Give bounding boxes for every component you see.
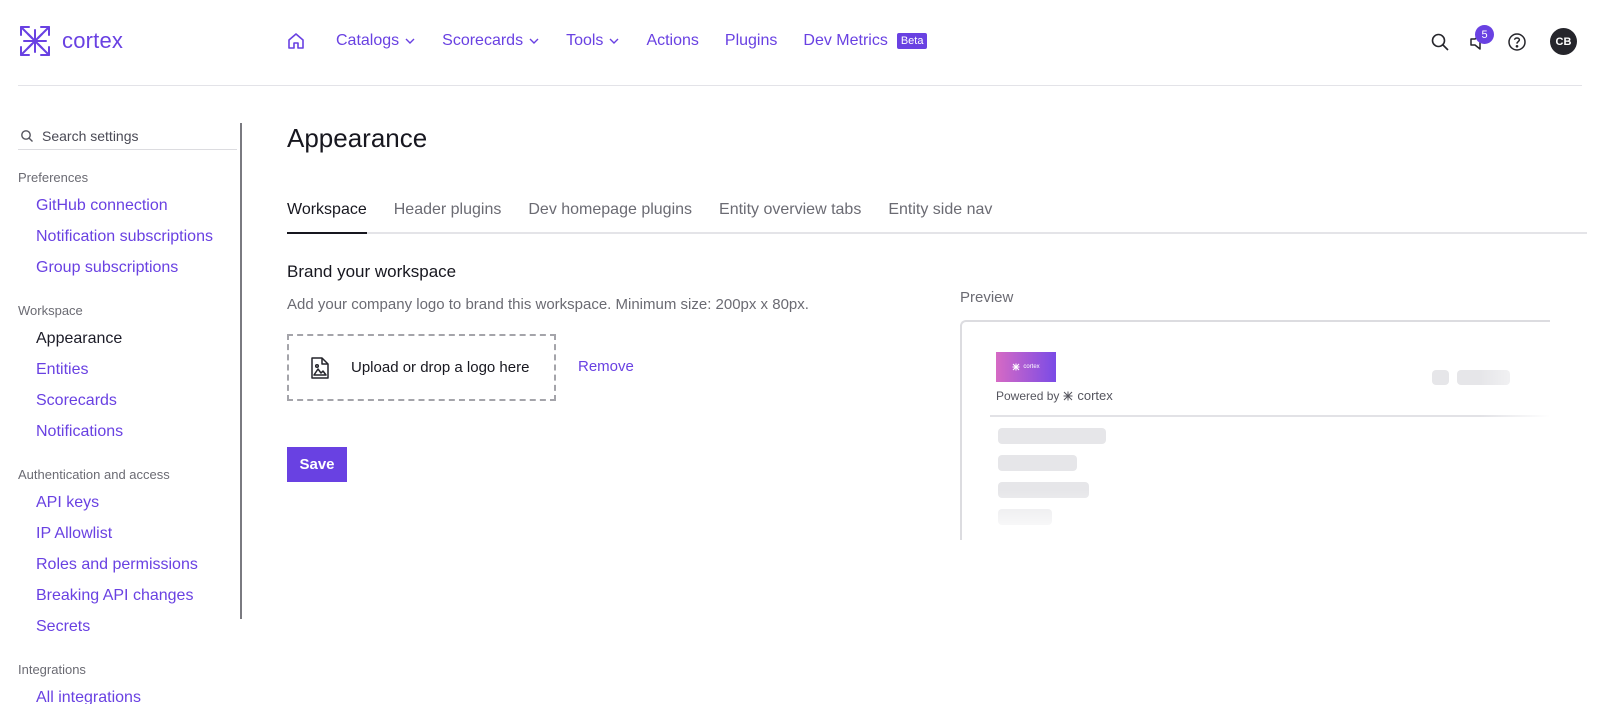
sidebar-item-secrets[interactable]: Secrets — [18, 611, 242, 642]
settings-search-input[interactable] — [42, 127, 222, 144]
sidebar-item-api-keys[interactable]: API keys — [18, 487, 242, 518]
sidebar-item-notification-subscriptions[interactable]: Notification subscriptions — [18, 221, 242, 252]
cortex-logo-icon — [20, 26, 50, 56]
settings-search — [18, 122, 237, 150]
sidebar-item-entities[interactable]: Entities — [18, 354, 242, 385]
sidebar-item-roles-and-permissions[interactable]: Roles and permissions — [18, 549, 242, 580]
sidebar-section-authentication: Authentication and access — [18, 467, 170, 482]
brand-name: cortex — [62, 28, 124, 53]
nav-plugins[interactable]: Plugins — [725, 32, 777, 50]
top-navigation: cortex Catalogs Scorecards Tools Actions… — [0, 0, 1600, 86]
nav-dev-metrics-label: Dev Metrics — [803, 32, 888, 49]
page-title: Appearance — [287, 123, 428, 153]
home-icon — [288, 33, 304, 49]
save-button[interactable]: Save — [287, 447, 347, 482]
search-icon — [21, 129, 33, 142]
beta-badge: Beta — [896, 33, 928, 49]
chevron-down-icon — [609, 38, 619, 44]
preview-fade — [962, 490, 1550, 540]
tab-entity-side-nav[interactable]: Entity side nav — [888, 196, 992, 234]
brand-section-description: Add your company logo to brand this work… — [287, 296, 809, 313]
header-divider — [18, 85, 1582, 86]
tab-entity-overview-tabs[interactable]: Entity overview tabs — [719, 196, 861, 234]
tab-workspace[interactable]: Workspace — [287, 196, 367, 234]
notifications-count-badge: 5 — [1475, 25, 1494, 44]
powered-by: Powered by cortex — [996, 388, 1113, 403]
brand-section-title: Brand your workspace — [287, 262, 457, 281]
preview-skeleton-line — [998, 428, 1106, 444]
preview-panel: cortex Powered by cortex — [960, 320, 1550, 540]
cortex-logo-icon — [1063, 391, 1073, 400]
sidebar-section-integrations: Integrations — [18, 662, 86, 677]
nav-scorecards-label: Scorecards — [442, 32, 524, 49]
sidebar-section-workspace: Workspace — [18, 303, 83, 318]
global-search-button[interactable] — [1430, 32, 1450, 57]
nav-tools-label: Tools — [566, 32, 604, 49]
help-button[interactable] — [1507, 32, 1527, 57]
nav-tools[interactable]: Tools — [566, 32, 620, 50]
powered-by-brand: cortex — [1077, 388, 1113, 403]
nav-dev-metrics[interactable]: Dev Metrics Beta — [803, 32, 928, 50]
preview-placeholder-icon — [1432, 370, 1449, 385]
sidebar-item-breaking-api-changes[interactable]: Breaking API changes — [18, 580, 242, 611]
help-icon — [1508, 33, 1526, 51]
preview-label: Preview — [960, 289, 1014, 306]
chevron-down-icon — [405, 38, 415, 44]
sidebar-item-notifications[interactable]: Notifications — [18, 416, 242, 447]
cortex-logo-icon — [1012, 363, 1020, 371]
settings-sidebar: Preferences GitHub connection Notificati… — [18, 122, 242, 704]
chevron-down-icon — [529, 38, 539, 44]
logo-upload-dropzone[interactable]: Upload or drop a logo here — [287, 334, 556, 401]
nav-scorecards[interactable]: Scorecards — [442, 32, 540, 50]
nav-plugins-label: Plugins — [724, 32, 778, 49]
powered-by-label: Powered by — [996, 388, 1060, 403]
nav-actions[interactable]: Actions — [646, 32, 698, 50]
user-avatar[interactable]: CB — [1550, 28, 1577, 55]
main-content: Appearance Workspace Header plugins Dev … — [287, 120, 1587, 482]
cortex-logo[interactable]: cortex — [18, 24, 123, 58]
nav-catalogs-label: Catalogs — [336, 32, 400, 49]
sidebar-item-group-subscriptions[interactable]: Group subscriptions — [18, 252, 242, 283]
tab-dev-homepage-plugins[interactable]: Dev homepage plugins — [528, 196, 692, 234]
sidebar-item-all-integrations[interactable]: All integrations — [18, 682, 242, 704]
sidebar-item-scorecards[interactable]: Scorecards — [18, 385, 242, 416]
preview-skeleton-line — [998, 455, 1077, 471]
upload-label: Upload or drop a logo here — [351, 359, 530, 376]
sidebar-item-appearance[interactable]: Appearance — [18, 323, 242, 354]
remove-logo-link[interactable]: Remove — [578, 358, 634, 375]
sidebar-item-github-connection[interactable]: GitHub connection — [18, 190, 242, 221]
preview-logo: cortex — [996, 352, 1056, 382]
sidebar-section-preferences: Preferences — [18, 170, 89, 185]
image-file-icon — [311, 356, 329, 379]
sidebar-item-ip-allowlist[interactable]: IP Allowlist — [18, 518, 242, 549]
preview-logo-text: cortex — [1023, 364, 1040, 370]
nav-catalogs[interactable]: Catalogs — [336, 32, 416, 50]
main-nav: Catalogs Scorecards Tools Actions Plugin… — [286, 28, 953, 54]
nav-actions-label: Actions — [646, 32, 699, 49]
home-link[interactable] — [286, 31, 306, 51]
appearance-tabs: Workspace Header plugins Dev homepage pl… — [287, 196, 1587, 234]
preview-divider — [990, 415, 1550, 417]
preview-fade-right — [1480, 322, 1550, 540]
tab-header-plugins[interactable]: Header plugins — [394, 196, 502, 234]
sidebar-divider — [240, 123, 242, 619]
search-icon — [1431, 33, 1449, 51]
